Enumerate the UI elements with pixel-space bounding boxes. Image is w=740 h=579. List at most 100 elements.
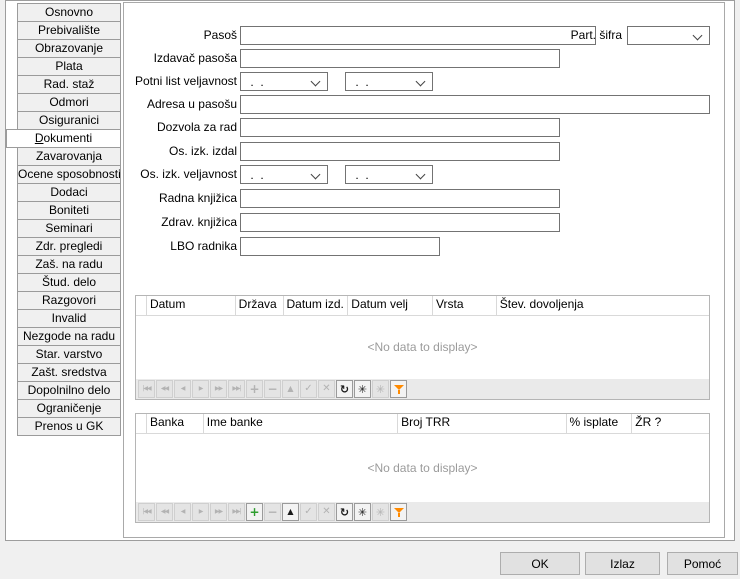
sidebar-item-invalid[interactable]: Invalid bbox=[17, 309, 121, 328]
toolbar-refresh-button[interactable]: ↻ bbox=[336, 380, 353, 398]
os-izk-izdal-input[interactable] bbox=[240, 142, 560, 161]
filter-funnel-icon bbox=[394, 385, 404, 394]
toolbar-post-button[interactable]: ✓ bbox=[300, 503, 317, 521]
toolbar-next-button[interactable]: ▶ bbox=[192, 380, 209, 398]
sidebar-item-plata[interactable]: Plata bbox=[17, 57, 121, 76]
first-icon: |◀◀ bbox=[142, 386, 150, 392]
column-header-broj-trr[interactable]: Broj TRR bbox=[398, 414, 566, 433]
column-header-datum[interactable]: Datum bbox=[147, 296, 236, 315]
sidebar-item-dokumenti[interactable]: Dokumenti bbox=[6, 129, 121, 148]
toolbar-goto-bookmark-button[interactable]: ✳ bbox=[372, 503, 389, 521]
toolbar-first-button[interactable]: |◀◀ bbox=[138, 503, 155, 521]
potni-list-do-combo[interactable]: . . bbox=[345, 72, 433, 91]
sidebar-item-nezgode-na-radu[interactable]: Nezgode na radu bbox=[17, 327, 121, 346]
column-header-stev-dovoljenja[interactable]: Štev. dovoljenja bbox=[497, 296, 709, 315]
izdavac-pasosa-input[interactable] bbox=[240, 49, 560, 68]
dozvola-za-rad-input[interactable] bbox=[240, 118, 560, 137]
ok-button[interactable]: OK bbox=[500, 552, 580, 575]
lbo-radnika-input[interactable] bbox=[240, 237, 440, 256]
toolbar-first-button[interactable]: |◀◀ bbox=[138, 380, 155, 398]
toolbar-save-bookmark-button[interactable]: ✳ bbox=[354, 380, 371, 398]
sidebar-item-ocene-sposobnosti[interactable]: Ocene sposobnosti bbox=[17, 165, 121, 184]
date-mask: . . bbox=[247, 75, 264, 89]
sidebar-item-boniteti[interactable]: Boniteti bbox=[17, 201, 121, 220]
filter-funnel-icon bbox=[394, 508, 404, 517]
toolbar-cancel-button[interactable]: ✕ bbox=[318, 503, 335, 521]
toolbar-insert-button[interactable]: + bbox=[246, 380, 263, 398]
os-izk-od-combo[interactable]: . . bbox=[240, 165, 328, 184]
radna-knjizica-input[interactable] bbox=[240, 189, 560, 208]
zdrav-knjizica-input[interactable] bbox=[240, 213, 560, 232]
sidebar-item-odmori[interactable]: Odmori bbox=[17, 93, 121, 112]
sidebar-item-dodaci[interactable]: Dodaci bbox=[17, 183, 121, 202]
toolbar-last-button[interactable]: ▶▶| bbox=[228, 380, 245, 398]
sidebar-item-prenos-u-gk[interactable]: Prenos u GK bbox=[17, 417, 121, 436]
date-mask: . . bbox=[247, 168, 264, 182]
cancel-icon: ✕ bbox=[322, 507, 330, 517]
sidebar-item-zdr-pregledi[interactable]: Zdr. pregledi bbox=[17, 237, 121, 256]
pasos-input[interactable] bbox=[240, 26, 596, 45]
sidebar-item-zavarovanja[interactable]: Zavarovanja bbox=[17, 147, 121, 166]
toolbar-next-page-button[interactable]: ▶▶ bbox=[210, 503, 227, 521]
column-header-datum-velj[interactable]: Datum velj bbox=[348, 296, 433, 315]
edit-icon: ▲ bbox=[287, 385, 293, 393]
column-header-banka[interactable]: Banka bbox=[147, 414, 204, 433]
toolbar-post-button[interactable]: ✓ bbox=[300, 380, 317, 398]
toolbar-prior-page-button[interactable]: ◀◀ bbox=[156, 380, 173, 398]
column-header-vrsta[interactable]: Vrsta bbox=[433, 296, 497, 315]
next-page-icon: ▶▶ bbox=[215, 386, 222, 392]
prior-page-icon: ◀◀ bbox=[161, 509, 168, 515]
sidebar-item-zast-sredstva[interactable]: Zašt. sredstva bbox=[17, 363, 121, 382]
izlaz-button[interactable]: Izlaz bbox=[585, 552, 660, 575]
toolbar-goto-bookmark-button[interactable]: ✳ bbox=[372, 380, 389, 398]
toolbar-next-button[interactable]: ▶ bbox=[192, 503, 209, 521]
pomoc-button[interactable]: Pomoć bbox=[667, 552, 738, 575]
date-mask: . . bbox=[352, 75, 369, 89]
sidebar-item-prebivaliste[interactable]: Prebivalište bbox=[17, 21, 121, 40]
sidebar-item-rad-staz[interactable]: Rad. staž bbox=[17, 75, 121, 94]
delete-icon: − bbox=[267, 383, 277, 395]
toolbar-prior-page-button[interactable]: ◀◀ bbox=[156, 503, 173, 521]
date-mask: . . bbox=[352, 168, 369, 182]
toolbar-delete-button[interactable]: − bbox=[264, 503, 281, 521]
sidebar-item-star-varstvo[interactable]: Star. varstvo bbox=[17, 345, 121, 364]
column-header-datum-izd[interactable]: Datum izd. bbox=[284, 296, 349, 315]
toolbar-next-page-button[interactable]: ▶▶ bbox=[210, 380, 227, 398]
sidebar-item-osnovno[interactable]: Osnovno bbox=[17, 3, 121, 22]
toolbar-delete-button[interactable]: − bbox=[264, 380, 281, 398]
grid-body[interactable]: <No data to display> bbox=[136, 315, 709, 379]
potni-list-label: Potni list veljavnost bbox=[128, 72, 237, 91]
toolbar-insert-button[interactable]: + bbox=[246, 503, 263, 521]
adresa-u-pasosu-input[interactable] bbox=[240, 95, 710, 114]
grid-body[interactable]: <No data to display> bbox=[136, 433, 709, 502]
sidebar-item-obrazovanje[interactable]: Obrazovanje bbox=[17, 39, 121, 58]
chevron-down-icon bbox=[416, 77, 426, 87]
toolbar-cancel-button[interactable]: ✕ bbox=[318, 380, 335, 398]
sidebar-item-stud-delo[interactable]: Štud. delo bbox=[17, 273, 121, 292]
toolbar-last-button[interactable]: ▶▶| bbox=[228, 503, 245, 521]
potni-list-od-combo[interactable]: . . bbox=[240, 72, 328, 91]
sidebar-item-osiguranici[interactable]: Osiguranici bbox=[17, 111, 121, 130]
toolbar-save-bookmark-button[interactable]: ✳ bbox=[354, 503, 371, 521]
sidebar-item-razgovori[interactable]: Razgovori bbox=[17, 291, 121, 310]
bank-accounts-grid[interactable]: BankaIme bankeBroj TRR% isplateŽR ? <No … bbox=[135, 413, 710, 523]
toolbar-edit-button[interactable]: ▲ bbox=[282, 380, 299, 398]
work-permits-grid[interactable]: DatumDržavaDatum izd.Datum veljVrstaŠtev… bbox=[135, 295, 710, 400]
column-header-zr[interactable]: ŽR ? bbox=[632, 414, 709, 433]
sidebar-item-seminari[interactable]: Seminari bbox=[17, 219, 121, 238]
sidebar-item-ogranicenje[interactable]: Ograničenje bbox=[17, 399, 121, 418]
toolbar-edit-button[interactable]: ▲ bbox=[282, 503, 299, 521]
os-izk-do-combo[interactable]: . . bbox=[345, 165, 433, 184]
toolbar-prior-button[interactable]: ◀ bbox=[174, 503, 191, 521]
sidebar-item-dopolnilno-delo[interactable]: Dopolnilno delo bbox=[17, 381, 121, 400]
toolbar-filter-button[interactable] bbox=[390, 380, 407, 398]
part-sifra-combo[interactable] bbox=[627, 26, 710, 45]
column-header-drzava[interactable]: Država bbox=[236, 296, 284, 315]
toolbar-prior-button[interactable]: ◀ bbox=[174, 380, 191, 398]
sidebar-item-zas-na-radu[interactable]: Zaš. na radu bbox=[17, 255, 121, 274]
toolbar-refresh-button[interactable]: ↻ bbox=[336, 503, 353, 521]
column-header-isplate[interactable]: % isplate bbox=[567, 414, 633, 433]
post-icon: ✓ bbox=[304, 507, 312, 517]
column-header-ime-banke[interactable]: Ime banke bbox=[204, 414, 398, 433]
toolbar-filter-button[interactable] bbox=[390, 503, 407, 521]
